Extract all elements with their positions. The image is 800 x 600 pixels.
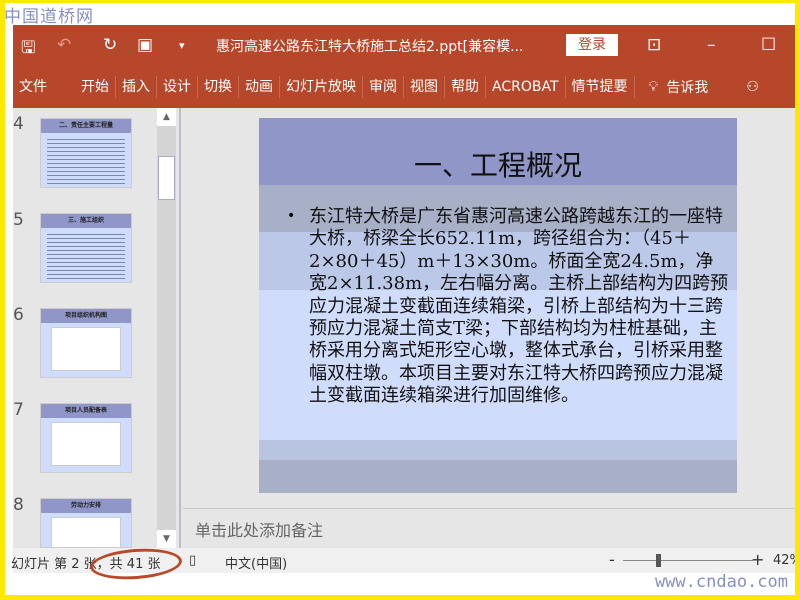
- pane-divider[interactable]: [179, 108, 181, 548]
- slide-thumbnail[interactable]: 三、施工组织: [40, 213, 132, 283]
- thumbnail-title: 劳动力安排: [41, 499, 131, 513]
- maximize-icon[interactable]: ☐: [761, 35, 776, 55]
- thumbnail-number: 5: [13, 210, 24, 230]
- thumbnail-scrollbar[interactable]: ▲ ▼: [157, 108, 176, 548]
- redo-icon[interactable]: ↻: [103, 35, 117, 55]
- thumbnail-title: 项目组织机构图: [41, 309, 131, 323]
- slide-thumbnail-pane: 4 二、责任主要工程量 5 三、施工组织 6 项目组织机构图 7 项目人员配备表…: [13, 108, 158, 548]
- zoom-out-icon[interactable]: -: [609, 550, 615, 569]
- tab-animations[interactable]: 动画: [239, 75, 280, 98]
- slide-title[interactable]: 一、工程概况: [259, 144, 737, 184]
- zoom-slider-knob[interactable]: [656, 554, 661, 567]
- language-indicator[interactable]: 中文(中国): [225, 553, 287, 572]
- tab-insert[interactable]: 插入: [116, 75, 157, 98]
- tab-transitions[interactable]: 切换: [198, 75, 239, 98]
- tab-view[interactable]: 视图: [404, 75, 445, 98]
- zoom-level[interactable]: 42%: [773, 553, 800, 568]
- document-title: 惠河高速公路东江特大桥施工总结2.ppt[兼容模...: [216, 39, 524, 55]
- slide-thumbnail[interactable]: 项目人员配备表: [40, 403, 132, 473]
- thumbnail-number: 7: [13, 400, 24, 420]
- tab-review[interactable]: 审阅: [363, 75, 404, 98]
- thumbnail-number: 4: [13, 114, 24, 134]
- site-logo: 中国道桥网: [4, 7, 94, 27]
- notes-toggle-icon[interactable]: ▯: [189, 553, 196, 568]
- slide-thumbnail[interactable]: 项目组织机构图: [40, 308, 132, 378]
- slide-thumbnail[interactable]: 劳动力安排: [40, 498, 132, 548]
- tab-design[interactable]: 设计: [157, 75, 198, 98]
- tab-help[interactable]: 帮助: [445, 75, 486, 98]
- tab-acrobat[interactable]: ACROBAT: [486, 75, 566, 98]
- minimize-icon[interactable]: –: [707, 35, 716, 55]
- zoom-in-icon[interactable]: +: [751, 550, 764, 569]
- scroll-up-icon[interactable]: ▲: [157, 108, 176, 126]
- thumbnail-title: 项目人员配备表: [41, 404, 131, 418]
- tab-file[interactable]: 文件: [13, 76, 75, 98]
- share-user-icon[interactable]: ⚇: [746, 79, 759, 95]
- thumbnail-number: 8: [13, 495, 24, 515]
- save-icon[interactable]: 🖫: [21, 35, 35, 64]
- ribbon-display-icon[interactable]: ⊡: [647, 35, 661, 55]
- lightbulb-icon: 💡︎: [648, 78, 659, 95]
- site-url-watermark: www.cndao.com: [654, 572, 788, 592]
- slide-thumbnail[interactable]: 二、责任主要工程量: [40, 118, 132, 188]
- thumbnail-title: 二、责任主要工程量: [41, 119, 131, 133]
- login-button[interactable]: 登录: [566, 34, 618, 56]
- ribbon-tabs: 文件 开始 插入 设计 切换 动画 幻灯片放映 审阅 视图 帮助 ACROBAT…: [13, 65, 795, 108]
- zoom-slider[interactable]: [623, 554, 753, 567]
- tab-storyboard[interactable]: 情节提要: [566, 75, 635, 98]
- workspace: 4 二、责任主要工程量 5 三、施工组织 6 项目组织机构图 7 项目人员配备表…: [13, 108, 795, 548]
- tab-slideshow[interactable]: 幻灯片放映: [280, 75, 363, 98]
- customize-dropdown-icon[interactable]: ▾: [179, 39, 185, 52]
- title-bar: 🖫 ↶ ↻ ▣ ▾ 惠河高速公路东江特大桥施工总结2.ppt[兼容模... 登录…: [13, 25, 795, 65]
- undo-icon[interactable]: ↶: [57, 35, 71, 55]
- scroll-down-icon[interactable]: ▼: [157, 530, 176, 548]
- slide-canvas[interactable]: 一、工程概况 • 东江特大桥是广东省惠河高速公路跨越东江的一座特大桥，桥梁全长6…: [259, 118, 737, 493]
- notes-pane[interactable]: 单击此处添加备注: [183, 508, 795, 548]
- thumbnail-title: 三、施工组织: [41, 214, 131, 228]
- tab-home[interactable]: 开始: [75, 75, 116, 98]
- slide-body-text[interactable]: 东江特大桥是广东省惠河高速公路跨越东江的一座特大桥，桥梁全长652.11m，跨径…: [309, 206, 729, 408]
- scrollbar-thumb[interactable]: [158, 156, 175, 200]
- tell-me-button[interactable]: 告诉我: [666, 77, 708, 97]
- thumbnail-number: 6: [13, 305, 24, 325]
- bullet-icon: •: [287, 208, 296, 224]
- slideshow-icon[interactable]: ▣: [137, 35, 153, 55]
